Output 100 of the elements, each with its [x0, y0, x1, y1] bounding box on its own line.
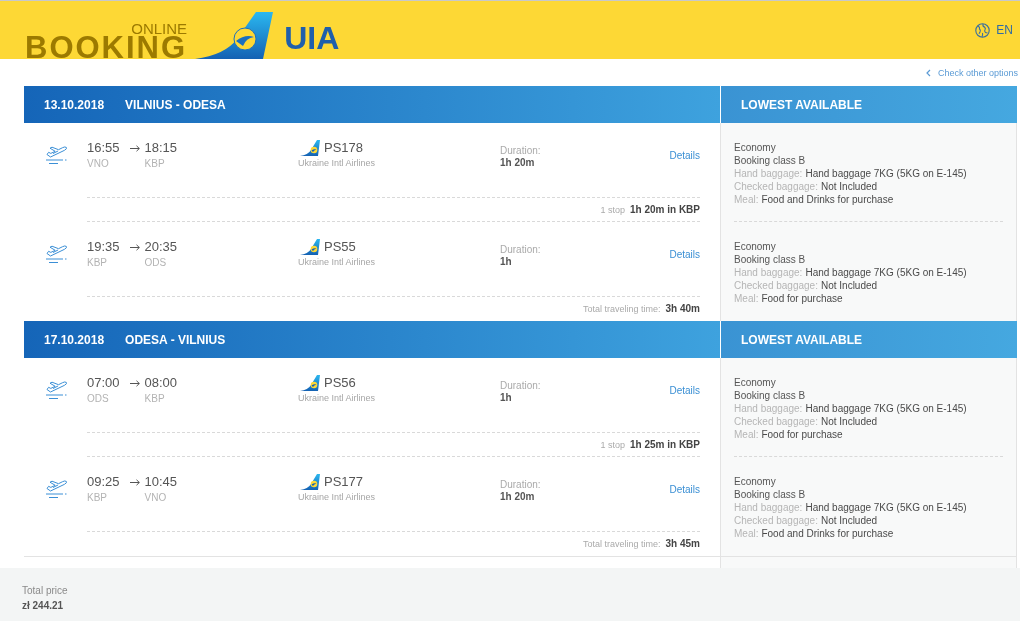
- layover-info: 1h 25m in KBP: [629, 438, 700, 451]
- arrival-airport: VNO: [144, 491, 168, 504]
- duration-value: 1h 20m: [500, 491, 535, 503]
- arrival-airport: KBP: [144, 392, 166, 405]
- duration-value: 1h 20m: [500, 157, 535, 169]
- fare-detail-label: Meal:: [734, 193, 759, 206]
- airline-name: Ukraine Intl Airlines: [298, 491, 376, 503]
- fare-heading: LOWEST AVAILABLE: [741, 97, 863, 112]
- duration-label: Duration:: [500, 244, 541, 256]
- duration-value: 1h: [500, 392, 512, 404]
- segment-route: VILNIUS - ODESA: [125, 97, 226, 112]
- check-other-options-link[interactable]: Check other options: [925, 66, 1018, 79]
- booking-class: Booking class B: [734, 389, 806, 402]
- airline-tail-icon: [300, 375, 320, 391]
- departure-airport: VNO: [87, 157, 110, 170]
- details-link[interactable]: Details: [669, 385, 700, 397]
- airline-name: Ukraine Intl Airlines: [298, 256, 376, 268]
- airline-tail-icon: [300, 239, 320, 255]
- fare-cabin: Economy: [734, 141, 776, 154]
- fare-detail-label: Checked baggage:: [734, 279, 818, 292]
- fare-detail-value: Food and Drinks for purchase: [761, 527, 894, 540]
- total-time-label: Total traveling time:: [583, 303, 661, 315]
- fare-detail-label: Checked baggage:: [734, 180, 818, 193]
- arrival-time: 10:45: [144, 474, 178, 490]
- booking-class: Booking class B: [734, 488, 806, 501]
- arrow-right-icon: [129, 244, 140, 251]
- fare-detail-value: Not Included: [820, 180, 878, 193]
- stop-count: 1 stop: [600, 438, 625, 451]
- fare-detail-label: Hand baggage:: [734, 402, 803, 415]
- airplane-takeoff-icon: [44, 478, 68, 500]
- fare-detail-value: Hand baggage 7KG (5KG on E-145): [805, 402, 967, 415]
- airplane-takeoff-icon: [44, 144, 68, 166]
- airline-tail-icon: [300, 140, 320, 156]
- stop-count: 1 stop: [600, 203, 625, 216]
- departure-time: 09:25: [87, 474, 120, 490]
- fare-cabin: Economy: [734, 475, 776, 488]
- duration-value: 1h: [500, 256, 512, 268]
- duration-label: Duration:: [500, 479, 541, 491]
- departure-airport: KBP: [87, 256, 108, 269]
- fare-detail-value: Food for purchase: [761, 292, 843, 305]
- arrow-right-icon: [129, 380, 140, 387]
- booking-class: Booking class B: [734, 154, 806, 167]
- fare-detail-label: Meal:: [734, 527, 759, 540]
- fare-detail-value: Food for purchase: [761, 428, 843, 441]
- arrow-right-icon: [129, 479, 140, 486]
- logo-wordmark: BOOKING: [25, 36, 188, 59]
- logo-caption: ONLINE: [131, 21, 188, 36]
- fare-detail-value: Food and Drinks for purchase: [761, 193, 894, 206]
- fare-detail-label: Checked baggage:: [734, 514, 818, 527]
- fare-detail-value: Hand baggage 7KG (5KG on E-145): [805, 501, 967, 514]
- airline-name: Ukraine Intl Airlines: [298, 392, 376, 404]
- arrival-time: 08:00: [144, 375, 178, 391]
- airplane-takeoff-icon: [44, 379, 68, 401]
- flight-number: PS56: [324, 375, 356, 391]
- total-time-label: Total traveling time:: [583, 538, 661, 550]
- departure-time: 07:00: [87, 375, 120, 391]
- globe-icon: [975, 22, 991, 38]
- duration-label: Duration:: [500, 380, 541, 392]
- fare-heading: LOWEST AVAILABLE: [741, 332, 863, 347]
- layover-info: 1h 20m in KBP: [629, 203, 700, 216]
- departure-time: 16:55: [87, 140, 120, 156]
- arrival-airport: ODS: [144, 256, 168, 269]
- details-link[interactable]: Details: [669, 484, 700, 496]
- arrival-airport: KBP: [144, 157, 166, 170]
- total-time-value: 3h 40m: [665, 303, 700, 315]
- fare-detail-value: Not Included: [820, 415, 878, 428]
- fare-detail-value: Hand baggage 7KG (5KG on E-145): [805, 266, 967, 279]
- flight-number: PS55: [324, 239, 356, 255]
- flight-number: PS178: [324, 140, 364, 156]
- airline-tail-icon: [300, 474, 320, 490]
- flight-number: PS177: [324, 474, 364, 490]
- arrow-right-icon: [129, 145, 140, 152]
- fare-cabin: Economy: [734, 376, 776, 389]
- departure-airport: KBP: [87, 491, 108, 504]
- duration-label: Duration:: [500, 145, 541, 157]
- total-price-value: zł 244.21: [22, 599, 64, 613]
- fare-detail-label: Checked baggage:: [734, 415, 818, 428]
- airline-name: Ukraine Intl Airlines: [298, 157, 376, 169]
- fare-cabin: Economy: [734, 240, 776, 253]
- segment-date: 17.10.2018: [44, 332, 105, 347]
- departure-time: 19:35: [87, 239, 120, 255]
- language-button[interactable]: EN: [975, 22, 1013, 38]
- fare-detail-label: Meal:: [734, 428, 759, 441]
- total-price-label: Total price: [22, 584, 68, 598]
- fare-detail-value: Not Included: [820, 514, 878, 527]
- arrival-time: 20:35: [144, 239, 178, 255]
- fare-detail-label: Meal:: [734, 292, 759, 305]
- segment-route: ODESA - VILNIUS: [125, 332, 226, 347]
- departure-airport: ODS: [87, 392, 110, 405]
- total-time-value: 3h 45m: [665, 538, 700, 550]
- details-link[interactable]: Details: [669, 150, 700, 162]
- brand-name: UIA: [284, 22, 340, 54]
- airplane-takeoff-icon: [44, 243, 68, 265]
- fare-detail-label: Hand baggage:: [734, 501, 803, 514]
- segment-date: 13.10.2018: [44, 97, 105, 112]
- fare-detail-label: Hand baggage:: [734, 266, 803, 279]
- fare-detail-label: Hand baggage:: [734, 167, 803, 180]
- fare-detail-value: Hand baggage 7KG (5KG on E-145): [805, 167, 967, 180]
- details-link[interactable]: Details: [669, 249, 700, 261]
- fare-detail-value: Not Included: [820, 279, 878, 292]
